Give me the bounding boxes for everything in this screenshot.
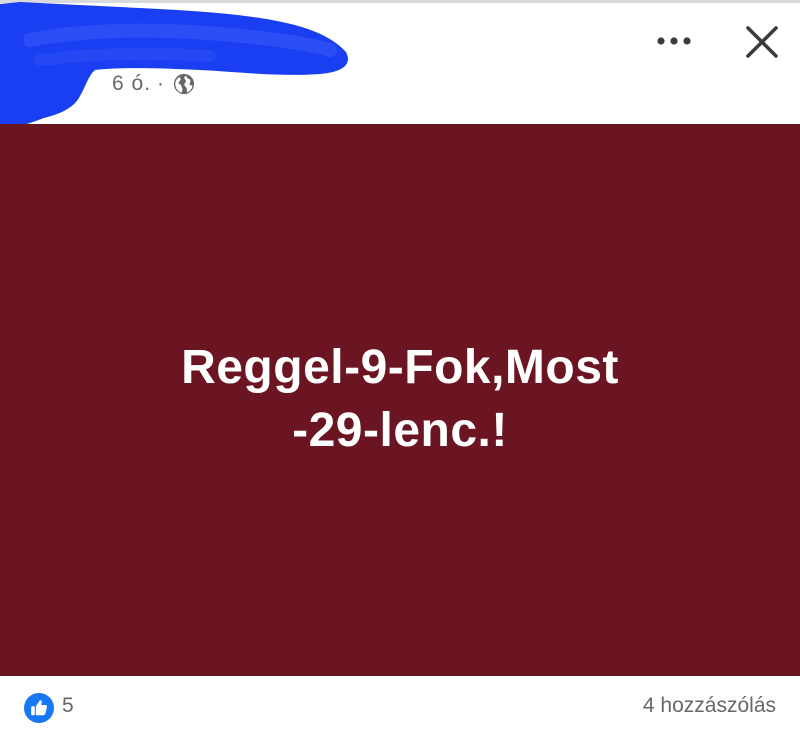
post-content[interactable]: Reggel-9-Fok,Most -29-lenc.! [0, 124, 800, 676]
close-icon [746, 26, 778, 58]
post-text: Reggel-9-Fok,Most -29-lenc.! [80, 336, 720, 462]
like-count[interactable]: 5 [62, 694, 74, 718]
globe-icon [173, 73, 195, 95]
post-text-line-2: -29-lenc.! [292, 404, 508, 457]
comments-count-link[interactable]: 4 hozzászólás [643, 694, 776, 718]
close-button[interactable] [738, 18, 786, 66]
more-options-button[interactable] [646, 26, 702, 56]
more-icon [657, 37, 691, 45]
post-header: 6 ó. · [0, 0, 800, 132]
post-meta: 6 ó. · [112, 70, 195, 98]
post-time[interactable]: 6 ó. [112, 72, 151, 96]
meta-separator: · [157, 72, 166, 95]
post-text-line-1: Reggel-9-Fok,Most [181, 341, 619, 394]
post-footer: 5 4 hozzászólás [0, 676, 800, 737]
like-icon[interactable] [24, 693, 54, 723]
post: 6 ó. · Reggel-9-Fok,Most -29-lenc.! 5 4 … [0, 0, 800, 737]
